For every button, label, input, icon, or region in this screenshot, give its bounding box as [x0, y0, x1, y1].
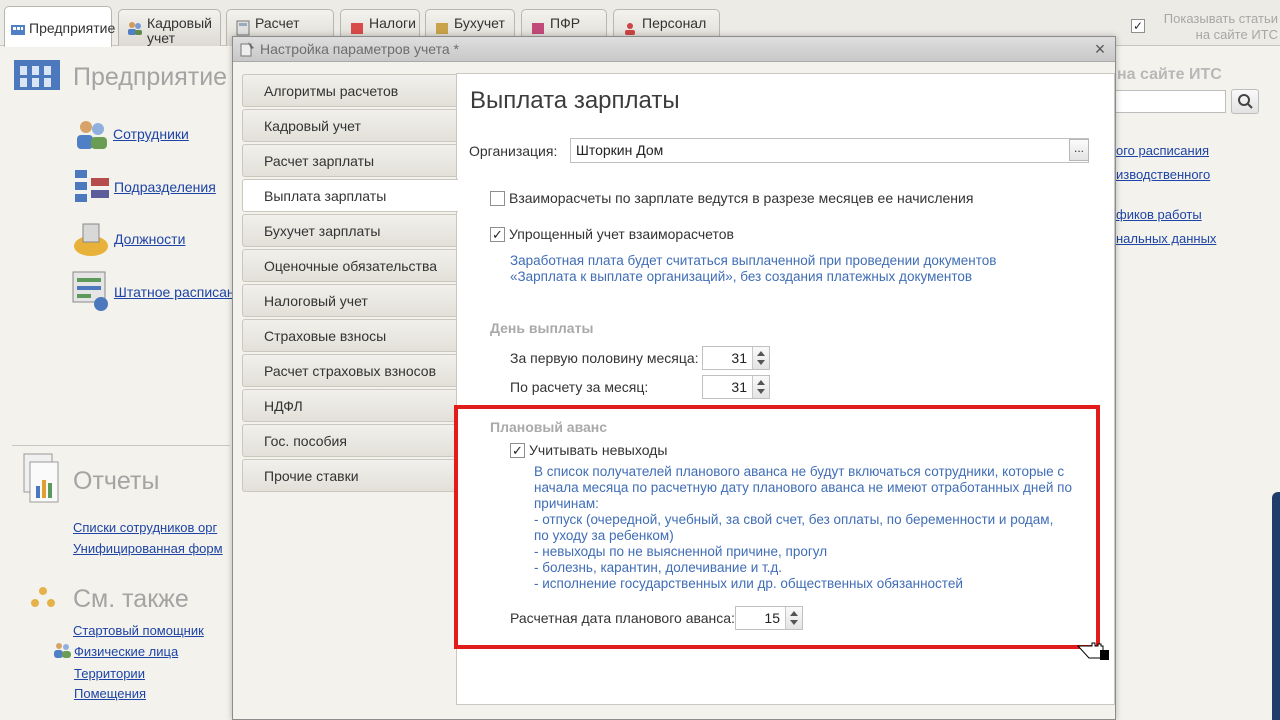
tab-personnel[interactable]: Кадровый учет [118, 9, 221, 46]
organization-field[interactable]: Шторкин Дом [570, 138, 1089, 163]
reports-section-title: Отчеты [73, 467, 160, 495]
dialog-settings-icon [240, 42, 254, 57]
its-pane-title: на сайте ИТС [1117, 66, 1222, 83]
see-also-section-title: См. также [73, 585, 189, 613]
simplified-settlements-hint: Заработная плата будет считаться выплаче… [510, 253, 997, 284]
see-also-link-start-assistant[interactable]: Стартовый помощник [73, 623, 204, 638]
enterprise-section-icon [14, 60, 60, 90]
departments-icon [75, 170, 109, 202]
its-link-3[interactable]: фиков работы [1116, 207, 1202, 222]
departments-link[interactable]: Подразделения [114, 179, 216, 195]
tab-state-benefits[interactable]: Гос. пособия [242, 424, 457, 457]
search-icon [1238, 94, 1253, 109]
report-link-unified-form[interactable]: Унифицированная форм [73, 541, 223, 556]
simplified-settlements-checkbox[interactable]: ✓ [490, 227, 505, 242]
tab-salary-accounting[interactable]: Бухучет зарплаты [242, 214, 457, 247]
monthly-calc-stepper[interactable]: 31 [702, 375, 770, 399]
staff-schedule-icon [72, 271, 108, 311]
reports-icon [23, 453, 59, 503]
tab-label: Кадровый учет [147, 15, 213, 46]
its-search-button[interactable] [1231, 89, 1259, 114]
arrow-down-icon [757, 389, 765, 394]
organization-select-button[interactable]: ... [1069, 139, 1089, 161]
monthly-settlements-checkbox[interactable] [490, 191, 505, 206]
hand-cursor-icon [1076, 642, 1109, 660]
stepper-arrows[interactable] [752, 347, 769, 369]
its-search-input[interactable] [1115, 90, 1226, 113]
organization-label: Организация: [469, 143, 558, 159]
show-its-checkbox[interactable]: ✓ [1131, 19, 1145, 33]
tab-other-rates[interactable]: Прочие ставки [242, 459, 457, 492]
organization-value: Шторкин Дом [576, 142, 664, 158]
its-link-4[interactable]: нальных данных [1116, 231, 1216, 246]
taxes-icon [351, 23, 363, 34]
see-also-link-premises[interactable]: Помещения [74, 686, 146, 701]
monthly-calc-label: По расчету за месяц: [510, 379, 649, 395]
show-its-label: Показывать статьи на сайте ИТС [1163, 11, 1278, 42]
staff-icon [625, 23, 635, 35]
employees-link[interactable]: Сотрудники [113, 126, 189, 142]
tab-insurance-contributions[interactable]: Страховые взносы [242, 319, 457, 352]
scrollbar[interactable] [1272, 492, 1280, 720]
tab-personnel-accounting[interactable]: Кадровый учет [242, 109, 457, 142]
calc-icon [236, 20, 250, 36]
see-also-link-individuals[interactable]: Физические лица [74, 644, 178, 659]
tab-estimated-liabilities[interactable]: Оценочные обязательства [242, 249, 457, 282]
arrow-up-icon [757, 380, 765, 385]
tab-label: Расчет [255, 15, 300, 31]
first-half-stepper[interactable]: 31 [702, 346, 770, 370]
highlight-frame [454, 405, 1100, 649]
tab-tax-accounting[interactable]: Налоговый учет [242, 284, 457, 317]
arrow-up-icon [757, 351, 765, 356]
staff-schedule-link[interactable]: Штатное расписан [114, 284, 235, 300]
tab-salary-payment[interactable]: Выплата зарплаты [242, 179, 458, 212]
accounting-settings-dialog: Настройка параметров учета * × Алгоритмы… [232, 36, 1116, 720]
dialog-title-bar[interactable]: Настройка параметров учета * × [233, 37, 1115, 62]
its-link-2[interactable]: изводственного [1116, 167, 1210, 182]
arrow-down-icon [757, 360, 765, 365]
report-link-employee-lists[interactable]: Списки сотрудников орг [73, 520, 217, 535]
tab-label: Предприятие [29, 20, 116, 36]
tab-label: Персонал [642, 15, 707, 31]
positions-link[interactable]: Должности [114, 231, 185, 247]
simplified-settlements-label: Упрощенный учет взаиморасчетов [509, 226, 734, 242]
payday-header: День выплаты [490, 320, 594, 336]
employees-icon [77, 121, 107, 149]
enterprise-section-title: Предприятие [73, 63, 228, 91]
tab-insurance-calculation[interactable]: Расчет страховых взносов [242, 354, 457, 387]
positions-icon [74, 223, 108, 256]
its-link-1[interactable]: ого расписания [1116, 143, 1209, 158]
monthly-settlements-label: Взаиморасчеты по зарплате ведутся в разр… [509, 190, 974, 206]
tab-ndfl[interactable]: НДФЛ [242, 389, 457, 422]
dialog-title: Настройка параметров учета * [260, 41, 460, 57]
pfr-icon [532, 23, 544, 34]
see-also-link-territories[interactable]: Территории [74, 666, 145, 681]
first-half-label: За первую половину месяца: [510, 350, 699, 366]
first-half-value: 31 [731, 350, 747, 366]
tab-label: Налоги [369, 15, 416, 31]
divider [12, 445, 230, 446]
accounting-icon [436, 23, 448, 34]
monthly-calc-value: 31 [731, 379, 747, 395]
tab-enterprise[interactable]: Предприятие [4, 6, 116, 47]
personnel-icon [128, 22, 142, 35]
see-also-icon [31, 587, 55, 607]
tab-label: Бухучет [454, 15, 505, 31]
tab-label: ПФР [550, 15, 581, 31]
tab-salary-calculation[interactable]: Расчет зарплаты [242, 144, 457, 177]
stepper-arrows[interactable] [752, 376, 769, 398]
page-title: Выплата зарплаты [470, 87, 680, 114]
individuals-icon [54, 643, 71, 658]
tab-calculation-algorithms[interactable]: Алгоритмы расчетов [242, 74, 457, 107]
close-button[interactable]: × [1090, 39, 1110, 59]
enterprise-icon [11, 25, 25, 35]
